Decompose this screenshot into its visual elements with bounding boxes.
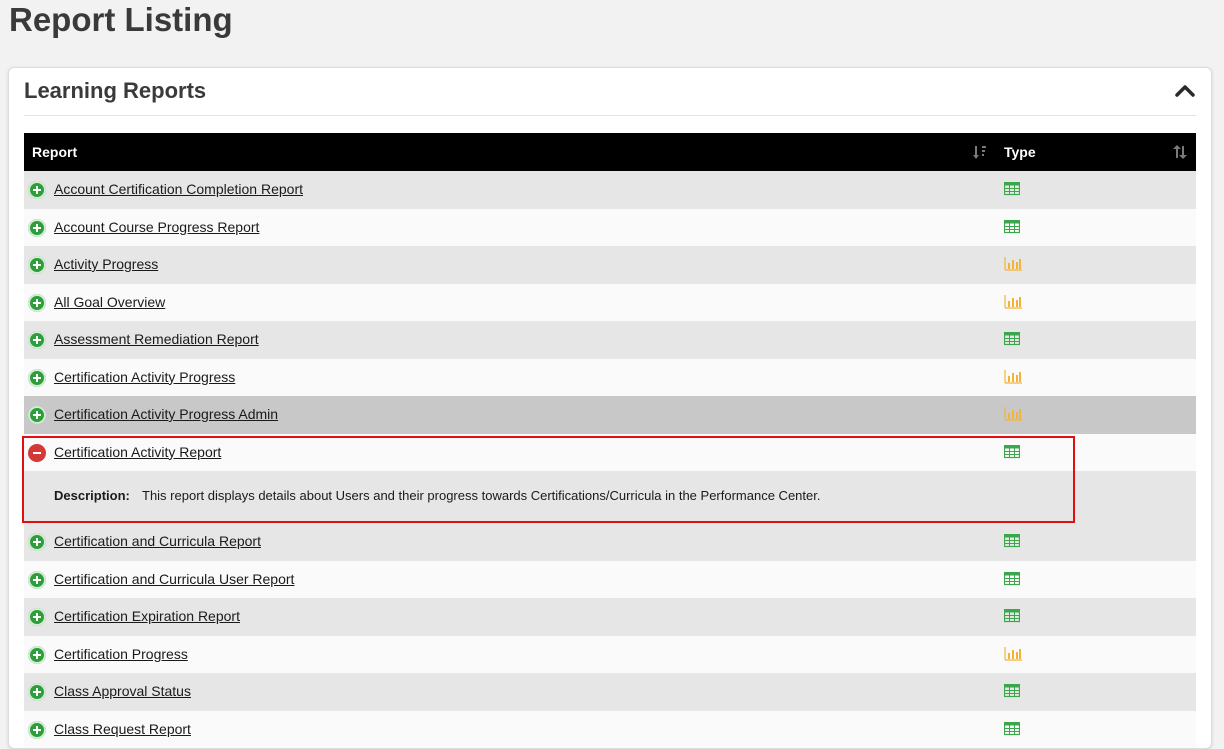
- report-link[interactable]: Certification Activity Progress: [54, 359, 235, 396]
- sort-icon[interactable]: [972, 144, 988, 160]
- expand-row-icon[interactable]: [28, 533, 46, 551]
- report-link[interactable]: Certification and Curricula Report: [54, 523, 261, 560]
- expand-row-icon[interactable]: [28, 218, 46, 237]
- expand-row-icon[interactable]: [28, 683, 46, 701]
- table-header: Report Type: [24, 133, 1196, 171]
- report-link[interactable]: Account Certification Completion Report: [54, 171, 303, 208]
- table-row: Class Request Report: [24, 710, 1196, 748]
- collapse-row-icon[interactable]: [28, 443, 46, 462]
- expand-row-icon[interactable]: [28, 256, 46, 274]
- learning-reports-panel: Learning Reports Report Type Account Cer…: [8, 67, 1212, 749]
- expand-row-icon[interactable]: [28, 720, 46, 739]
- expand-row-icon[interactable]: [28, 293, 46, 312]
- chart-report-icon: [1004, 369, 1022, 384]
- table-row: All Goal Overview: [24, 283, 1196, 321]
- report-link[interactable]: Activity Progress: [54, 246, 158, 283]
- report-link[interactable]: Class Approval Status: [54, 673, 191, 710]
- table-report-icon: [1003, 683, 1021, 698]
- report-link[interactable]: Certification Expiration Report: [54, 598, 240, 635]
- table-report-icon: [1003, 533, 1021, 548]
- table-row: Account Course Progress Report: [24, 208, 1196, 246]
- table-report-icon: [1003, 219, 1021, 234]
- table-row: Certification and Curricula Report: [24, 523, 1196, 561]
- panel-divider: [24, 115, 1196, 116]
- report-link[interactable]: All Goal Overview: [54, 284, 165, 321]
- panel-title: Learning Reports: [24, 78, 207, 103]
- description-text: This report displays details about Users…: [142, 488, 821, 503]
- report-link[interactable]: Certification Activity Progress Admin: [54, 396, 278, 433]
- table-row: Certification Activity Progress: [24, 358, 1196, 396]
- chart-report-icon: [1004, 257, 1022, 271]
- table-row: Class Approval Status: [24, 673, 1196, 711]
- report-link[interactable]: Assessment Remediation Report: [54, 321, 259, 358]
- table-report-icon: [1003, 331, 1021, 346]
- table-row: Account Certification Completion Report: [24, 171, 1196, 209]
- expand-row-icon[interactable]: [28, 406, 46, 424]
- table-row: Activity Progress: [24, 246, 1196, 284]
- table-row: Certification Progress: [24, 635, 1196, 673]
- expand-row-icon[interactable]: [28, 181, 46, 199]
- expand-row-icon[interactable]: [28, 331, 46, 349]
- table-body: Account Certification Completion Report A…: [24, 171, 1196, 748]
- chart-report-icon: [1004, 407, 1022, 421]
- report-link[interactable]: Certification Activity Report: [54, 434, 221, 471]
- table-report-icon: [1003, 181, 1021, 196]
- table-row: Certification Expiration Report: [24, 598, 1196, 636]
- chart-report-icon: [1004, 646, 1022, 661]
- chart-report-icon: [1004, 294, 1022, 309]
- table-report-icon: [1003, 571, 1021, 586]
- report-link[interactable]: Certification and Curricula User Report: [54, 561, 294, 598]
- report-description-row: Description: This report displays details…: [24, 471, 1196, 523]
- reports-table: Report Type Account Certification Comple…: [24, 133, 1196, 748]
- chevron-up-icon[interactable]: [1173, 79, 1197, 103]
- report-link[interactable]: Class Request Report: [54, 711, 191, 748]
- page-title: Report Listing: [9, 1, 233, 38]
- table-report-icon: [1003, 444, 1021, 459]
- expand-row-icon[interactable]: [28, 368, 46, 387]
- description-label: Description:: [54, 488, 130, 503]
- column-header-type[interactable]: Type: [1004, 133, 1036, 171]
- panel-header[interactable]: Learning Reports: [9, 68, 1211, 115]
- column-header-report[interactable]: Report: [32, 133, 77, 171]
- expand-row-icon[interactable]: [28, 570, 46, 589]
- table-row: Certification Activity Progress Admin: [24, 396, 1196, 434]
- table-report-icon: [1003, 608, 1021, 623]
- table-row: Certification and Curricula User Report: [24, 560, 1196, 598]
- sort-icon[interactable]: [1172, 144, 1188, 160]
- expand-row-icon[interactable]: [28, 645, 46, 664]
- report-link[interactable]: Certification Progress: [54, 636, 188, 673]
- table-row: Assessment Remediation Report: [24, 321, 1196, 359]
- table-row: Certification Activity Report: [24, 433, 1196, 471]
- table-report-icon: [1003, 721, 1021, 736]
- report-link[interactable]: Account Course Progress Report: [54, 209, 259, 246]
- expand-row-icon[interactable]: [28, 608, 46, 626]
